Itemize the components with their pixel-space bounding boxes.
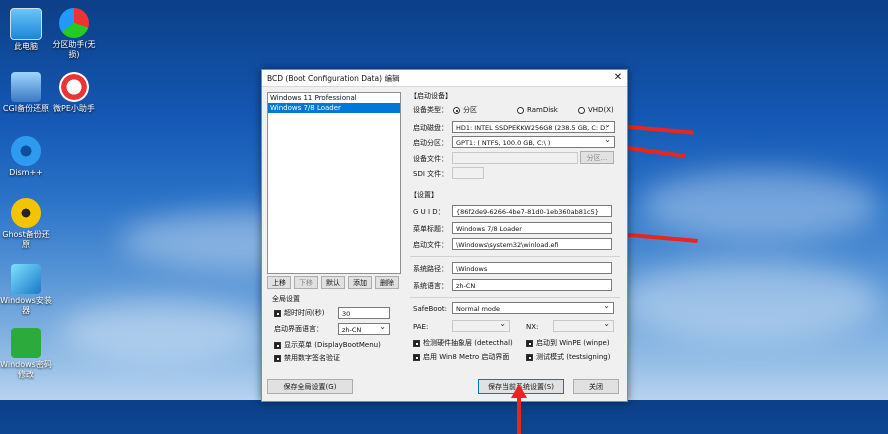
boot-partition-label: 启动分区： <box>413 139 448 147</box>
timeout-checkbox[interactable] <box>274 310 281 317</box>
winpe-checkbox[interactable] <box>526 340 533 347</box>
guid-input[interactable]: {86f2de9-6266-4be7-81d0-1eb360ab81c5} <box>452 205 612 217</box>
pae-label: PAE: <box>413 323 429 331</box>
close-icon[interactable]: ✕ <box>609 70 627 86</box>
no-signature-checkbox[interactable] <box>274 355 281 362</box>
computer-icon <box>10 8 42 40</box>
device-file-label: 设备文件： <box>413 155 448 163</box>
add-entry-button[interactable]: 添加 <box>348 276 372 289</box>
no-signature-label: 禁用数字签名验证 <box>284 354 340 362</box>
desktop-icon-label: Ghost备份还原 <box>2 230 50 249</box>
system-lang-input[interactable]: zh-CN <box>452 279 612 291</box>
desktop-icon-windows-installer[interactable]: Windows安装器 <box>0 264 52 316</box>
micro-pe-helper-icon <box>59 72 89 102</box>
divider <box>410 297 620 298</box>
desktop-icon-label: Windows密码修改 <box>0 360 52 379</box>
menu-title-input[interactable]: Windows 7/8 Loader <box>452 222 612 234</box>
desktop-icon-label: Windows安装器 <box>0 296 52 315</box>
desktop-icon-label: 微PE小助手 <box>53 104 95 113</box>
safeboot-label: SafeBoot: <box>413 305 447 313</box>
lock-icon <box>11 328 41 358</box>
boot-lang-select[interactable]: zh-CN <box>338 323 390 335</box>
ramdisk-radio[interactable] <box>517 107 524 114</box>
sdi-file-label: SDI 文件： <box>413 170 449 178</box>
list-item[interactable]: Windows 7/8 Loader <box>268 103 400 113</box>
detecthal-checkbox[interactable] <box>413 340 420 347</box>
desktop-icon-label: 分区助手(无损) <box>52 40 96 59</box>
safeboot-select[interactable]: Normal mode <box>452 302 614 314</box>
detecthal-label: 检测硬件抽象层 (detecthal) <box>423 339 513 347</box>
set-default-button[interactable]: 默认 <box>321 276 345 289</box>
desktop-icon-micro-pe[interactable]: 微PE小助手 <box>48 72 100 114</box>
boot-file-label: 启动文件： <box>413 241 448 249</box>
desktop-icon-cgi[interactable]: CGI备份还原 <box>0 72 52 114</box>
pae-select[interactable] <box>452 320 510 332</box>
display-menu-checkbox[interactable] <box>274 342 281 349</box>
dism-gear-icon <box>11 136 41 166</box>
vhd-radio[interactable] <box>578 107 585 114</box>
menu-title-label: 菜单标题： <box>413 225 448 233</box>
desktop-icon-partition-assistant[interactable]: 分区助手(无损) <box>48 8 100 60</box>
timeout-input[interactable]: 30 <box>338 307 390 319</box>
timeout-label: 超时时间(秒) <box>284 309 325 317</box>
move-up-button[interactable]: 上移 <box>267 276 291 289</box>
global-settings-title: 全局设置 <box>272 295 300 303</box>
bcd-window: BCD (Boot Configuration Data) 编辑 ✕ Windo… <box>261 69 628 402</box>
windows-installer-icon <box>11 264 41 294</box>
desktop-icon-dism[interactable]: Dism++ <box>0 136 52 178</box>
partition-assistant-icon <box>59 8 89 38</box>
annotation-arrow-save <box>517 394 521 434</box>
winpe-label: 启动到 WinPE (winpe) <box>536 339 610 347</box>
system-lang-label: 系统语言： <box>413 282 448 290</box>
testsigning-checkbox[interactable] <box>526 354 533 361</box>
move-down-button[interactable]: 下移 <box>294 276 318 289</box>
system-path-label: 系统路径： <box>413 265 448 273</box>
list-item[interactable]: Windows 11 Professional <box>268 93 400 103</box>
title-bar: BCD (Boot Configuration Data) 编辑 ✕ <box>262 70 627 87</box>
desktop-icon-label: 此电脑 <box>14 42 38 51</box>
desktop-icon-this-pc[interactable]: 此电脑 <box>0 8 52 52</box>
boot-lang-label: 启动界面语言： <box>274 325 323 333</box>
vhd-radio-label: VHD(X) <box>588 106 614 114</box>
partition-browse-button[interactable]: 分区... <box>580 151 614 164</box>
window-title: BCD (Boot Configuration Data) 编辑 <box>267 73 400 83</box>
desktop-icon-label: Dism++ <box>9 168 43 177</box>
boot-device-title: 【启动设备】 <box>410 92 452 100</box>
metro-label: 启用 Win8 Metro 启动界面 <box>423 353 510 361</box>
guid-label: G U I D： <box>413 208 445 216</box>
cgi-backup-icon <box>11 72 41 102</box>
boot-file-input[interactable]: \Windows\system32\winload.efi <box>452 238 612 250</box>
nx-select[interactable] <box>553 320 614 332</box>
divider <box>410 256 620 257</box>
boot-entries-list[interactable]: Windows 11 Professional Windows 7/8 Load… <box>267 92 401 274</box>
partition-radio[interactable] <box>453 107 460 114</box>
desktop-icon-label: CGI备份还原 <box>2 104 50 113</box>
testsigning-label: 测试模式 (testsigning) <box>536 353 611 361</box>
device-type-label: 设备类型： <box>413 106 448 114</box>
delete-entry-button[interactable]: 删除 <box>375 276 399 289</box>
display-menu-label: 显示菜单 (DisplayBootMenu) <box>284 341 381 349</box>
settings-title: 【设置】 <box>410 191 438 199</box>
metro-checkbox[interactable] <box>413 354 420 361</box>
system-path-input[interactable]: \Windows <box>452 262 612 274</box>
device-file-input[interactable] <box>452 152 578 164</box>
nx-label: NX: <box>526 323 539 331</box>
sdi-file-input[interactable] <box>452 167 484 179</box>
close-button[interactable]: 关闭 <box>573 379 619 394</box>
desktop-icon-password[interactable]: Windows密码修改 <box>0 328 52 380</box>
boot-partition-select[interactable]: GPT1: ( NTFS, 100.0 GB, C:\ ) <box>452 136 615 148</box>
boot-disk-label: 启动磁盘： <box>413 124 448 132</box>
save-global-button[interactable]: 保存全局设置(G) <box>267 379 353 394</box>
partition-radio-label: 分区 <box>463 106 477 114</box>
ramdisk-radio-label: RamDisk <box>527 106 558 114</box>
ghost-icon <box>11 198 41 228</box>
boot-disk-select[interactable]: HD1: INTEL SSDPEKKW256G8 (238.5 GB, C: D… <box>452 121 615 133</box>
desktop-icon-ghost[interactable]: Ghost备份还原 <box>0 198 52 250</box>
